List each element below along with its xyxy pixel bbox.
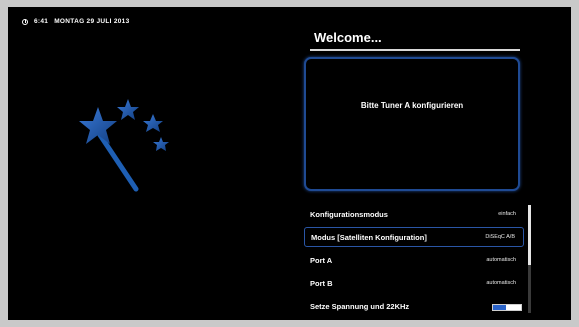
magic-wand-icon: [79, 99, 169, 192]
setting-value: automatisch: [486, 280, 516, 286]
setting-row-modus[interactable]: Modus [Satelliten Konfiguration] DiSEqC …: [304, 227, 524, 247]
message-text: Bitte Tuner A konfigurieren: [360, 101, 464, 110]
toggle-fill: [493, 305, 506, 310]
setting-row-port-b[interactable]: Port B automatisch: [304, 272, 524, 295]
voltage-toggle[interactable]: [492, 304, 522, 311]
tv-screen: 6:41 MONTAG 29 JULI 2013 Welcome... Bitt…: [8, 7, 571, 320]
setting-value: DiSEqC A/B: [485, 234, 515, 240]
date-text: MONTAG 29 JULI 2013: [54, 18, 130, 25]
settings-scrollbar[interactable]: [528, 205, 531, 313]
setting-row-konfigurationsmodus[interactable]: Konfigurationsmodus einfach: [304, 203, 524, 226]
status-bar: 6:41 MONTAG 29 JULI 2013: [22, 18, 130, 25]
setting-value: einfach: [498, 211, 516, 217]
setting-label: Port B: [310, 279, 333, 288]
wizard-title: Welcome...: [314, 30, 382, 45]
setting-value: automatisch: [486, 257, 516, 263]
scrollbar-thumb[interactable]: [528, 205, 531, 265]
setting-label: Setze Spannung und 22KHz: [310, 302, 410, 311]
setting-label: Konfigurationsmodus: [310, 210, 388, 219]
setting-row-port-a[interactable]: Port A automatisch: [304, 249, 524, 272]
settings-list: Konfigurationsmodus einfach Modus [Satel…: [304, 203, 524, 318]
message-box: Bitte Tuner A konfigurieren: [304, 57, 520, 191]
time-text: 6:41: [34, 18, 49, 25]
title-divider: [310, 49, 520, 51]
setting-label: Port A: [310, 256, 333, 265]
clock-icon: [22, 18, 28, 25]
setting-label: Modus [Satelliten Konfiguration]: [311, 233, 427, 242]
setting-row-spannung[interactable]: Setze Spannung und 22KHz: [304, 295, 524, 318]
